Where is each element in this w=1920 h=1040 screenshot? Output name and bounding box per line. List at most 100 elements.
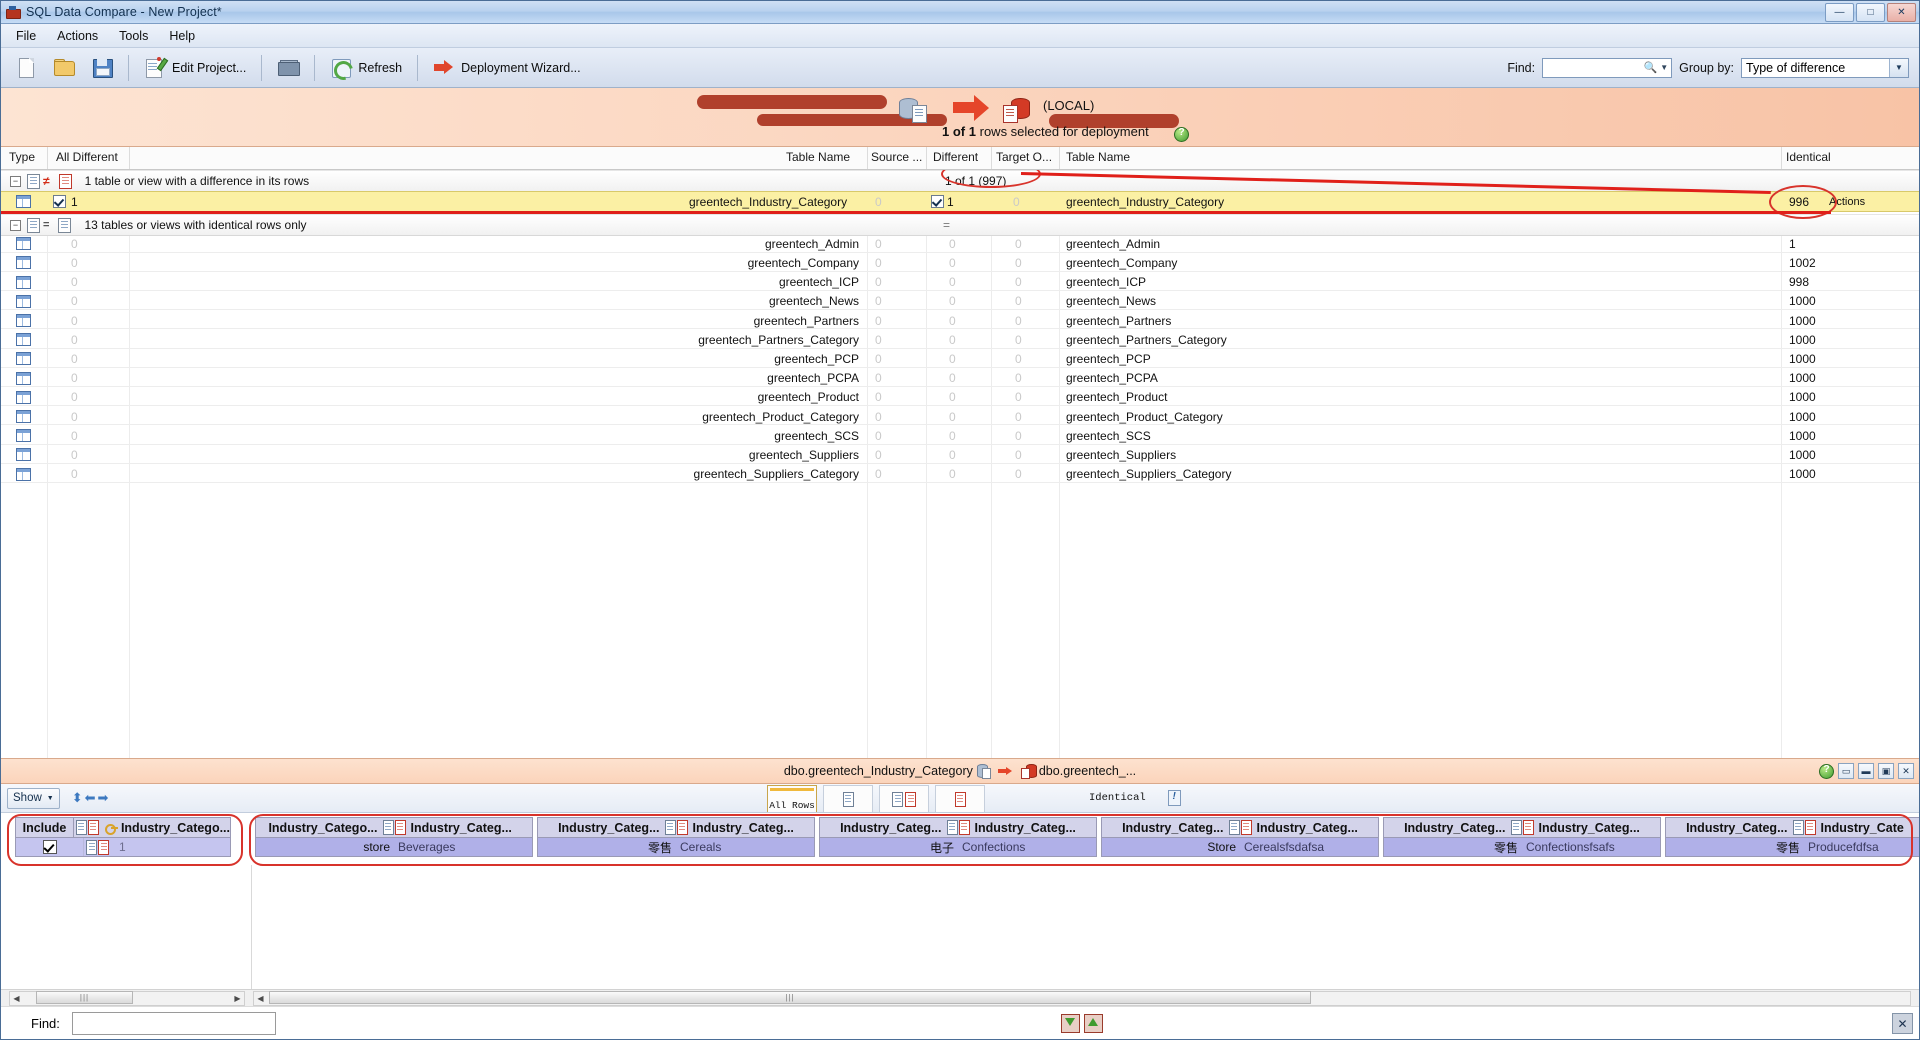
expander-icon[interactable]: − [10, 219, 21, 231]
cell-source-table: greentech_Partners_Category [698, 332, 859, 347]
cell-source-only: 0 [875, 275, 882, 290]
table-row[interactable]: 0 greentech_Suppliers 0 0 0 greentech_Supplie… [1, 447, 1919, 464]
direction-arrow-mini-icon [997, 767, 1014, 775]
find-bar-close-button[interactable]: ✕ [1892, 1013, 1913, 1034]
table-row[interactable]: 0 greentech_SCS 0 0 0 greentech_SCS 1000 [1, 428, 1919, 445]
open-project-button[interactable] [45, 53, 83, 82]
pane-maximize-button[interactable]: ▣ [1878, 763, 1894, 779]
table-row[interactable]: 0 greentech_Partners 0 0 0 greentech_Partners… [1, 313, 1919, 330]
table-row[interactable]: 0 greentech_ICP 0 0 0 greentech_ICP 998 [1, 274, 1919, 291]
table-row[interactable]: 0 greentech_PCP 0 0 0 greentech_PCP 1000 [1, 351, 1919, 368]
cell-target-only: 0 [1013, 194, 1020, 209]
refresh-button[interactable]: Refresh [322, 53, 410, 84]
table-row[interactable]: 0 greentech_Product_Category 0 0 0 greentech_… [1, 409, 1919, 426]
chevron-down-icon[interactable]: ▼ [1660, 63, 1668, 72]
find-bar-input[interactable] [71, 1011, 276, 1035]
menu-file[interactable]: File [7, 26, 45, 46]
table-row[interactable]: 0 greentech_Suppliers_Category 0 0 0 greentec… [1, 466, 1919, 483]
cell-target-table: greentech_SCS [1066, 428, 1151, 443]
help-icon[interactable] [1174, 127, 1189, 142]
group-label-identical: 13 tables or views with identical rows o… [84, 218, 307, 232]
cell-target-only: 0 [1015, 409, 1022, 424]
filter-source-only-button[interactable] [823, 785, 873, 812]
menu-help[interactable]: Help [160, 26, 204, 46]
col-table-name-target[interactable]: Table Name [1066, 150, 1130, 164]
col-all-different[interactable]: All Different [56, 150, 118, 164]
help-icon[interactable] [1819, 763, 1834, 779]
pane-restore-button[interactable]: ▭ [1838, 763, 1854, 779]
pane-minimize-button[interactable]: ▬ [1858, 763, 1874, 779]
cell-source-only: 0 [875, 294, 882, 309]
scrollbar-thumb-right[interactable]: ||| [269, 991, 1311, 1004]
scroll-right-icon[interactable]: ▶ [231, 993, 244, 1004]
row-different-checkbox[interactable] [931, 195, 944, 208]
chevron-down-icon[interactable]: ▼ [1889, 58, 1908, 77]
col-identical[interactable]: Identical [1786, 150, 1831, 164]
filter-target-only-button[interactable] [935, 785, 985, 812]
cell-source-only: 0 [875, 332, 882, 347]
redacted-source-name-1 [697, 95, 887, 109]
find-next-button[interactable] [1061, 1014, 1080, 1033]
pane-controls: ▭ ▬ ▣ ✕ [1819, 763, 1914, 779]
table-row[interactable]: 0 greentech_PCPA 0 0 0 greentech_PCPA 1000 [1, 370, 1919, 387]
menu-actions[interactable]: Actions [48, 26, 107, 46]
deployment-wizard-button[interactable]: Deployment Wizard... [425, 53, 588, 82]
table-row-selected[interactable]: 1 greentech_Industry_Category 0 1 0 gree… [1, 191, 1919, 212]
nav-up-down-icon[interactable]: ⬍ [72, 790, 83, 806]
col-different[interactable]: Different [933, 150, 978, 164]
show-dropdown-button[interactable]: Show ▼ [7, 787, 60, 809]
rows-selected-count: 1 [942, 124, 950, 139]
table-row[interactable]: 0 greentech_Product 0 0 0 greentech_Product 10… [1, 390, 1919, 407]
cell-source-table: greentech_Company [747, 255, 859, 270]
minimize-button[interactable]: — [1825, 3, 1854, 22]
sheet-icon [27, 173, 40, 189]
save-project-button[interactable] [83, 53, 121, 82]
filter-all-rows-button[interactable]: All Rows [767, 785, 817, 812]
menu-bar: File Actions Tools Help [1, 24, 1919, 48]
new-project-button[interactable] [7, 53, 45, 82]
find-input[interactable] [1546, 59, 1642, 76]
maximize-button[interactable]: □ [1856, 3, 1885, 22]
col-type[interactable]: Type [9, 150, 35, 164]
table-row[interactable]: 0 greentech_Company 0 0 0 greentech_Company 10… [1, 255, 1919, 272]
nav-prev-icon[interactable]: ⬅ [85, 790, 96, 806]
col-table-name-source[interactable]: Table Name [786, 150, 850, 164]
source-object-name: dbo.greentech_Industry_Category [783, 764, 973, 778]
find-previous-button[interactable] [1084, 1014, 1103, 1033]
cell-identical: 1000 [1789, 332, 1816, 347]
scrollbar-thumb-left[interactable]: ||| [36, 991, 133, 1004]
nav-next-icon[interactable]: ➡ [98, 790, 109, 806]
info-icon[interactable]: ! [1167, 790, 1181, 806]
col-source-only[interactable]: Source ... [871, 150, 922, 164]
group-row-identical[interactable]: − = 13 tables or views with identical ro… [1, 214, 1919, 236]
target-object-name: dbo.greentech_... [1038, 764, 1137, 778]
filter-different-button[interactable] [879, 785, 929, 812]
group-by-select[interactable]: Type of difference ▼ [1741, 57, 1909, 78]
identical-filter-label[interactable]: Identical [1089, 792, 1146, 804]
table-row[interactable]: 0 greentech_Partners_Category 0 0 0 greentech… [1, 332, 1919, 349]
target-database-icon [1003, 96, 1031, 123]
cell-source-only: 0 [875, 194, 882, 209]
compare-button[interactable] [269, 53, 307, 82]
table-row[interactable]: 0 greentech_News 0 0 0 greentech_News 1000 [1, 294, 1919, 311]
cell-different: 0 [949, 371, 956, 386]
expander-icon[interactable]: − [10, 175, 21, 187]
row-include-checkbox[interactable] [53, 195, 66, 208]
cell-source-only: 0 [875, 467, 882, 482]
table-row[interactable]: 0 greentech_Admin 0 0 0 greentech_Admin 1 [1, 236, 1919, 253]
object-status-bar: dbo.greentech_Industry_Category dbo.gree… [1, 758, 1919, 784]
col-target-only[interactable]: Target O... [996, 150, 1052, 164]
find-input-wrap[interactable]: 🔍 ▼ [1542, 57, 1673, 78]
edit-project-button[interactable]: Edit Project... [136, 53, 254, 82]
cell-different: 0 [949, 332, 956, 347]
cell-different: 0 [949, 275, 956, 290]
cell-identical: 1000 [1789, 371, 1816, 386]
pane-close-button[interactable]: ✕ [1898, 763, 1914, 779]
rows-selected-total: 1 [968, 124, 976, 139]
menu-tools[interactable]: Tools [110, 26, 157, 46]
group-by-label: Group by: [1679, 60, 1734, 75]
scroll-left-icon[interactable]: ◀ [10, 993, 23, 1004]
cell-identical: 1000 [1789, 447, 1816, 462]
scroll-left-icon[interactable]: ◀ [254, 993, 267, 1004]
close-button[interactable]: ✕ [1887, 3, 1916, 22]
